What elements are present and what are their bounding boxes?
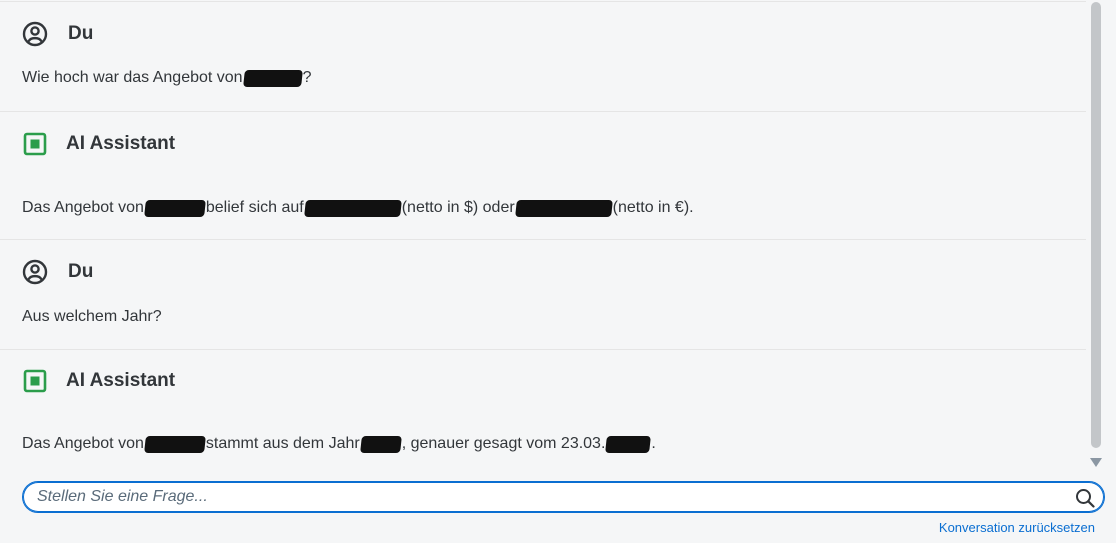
message-user: Du Aus welchem Jahr? <box>0 240 1086 350</box>
redaction-mark <box>242 69 303 87</box>
scroll-down-arrow-icon[interactable] <box>1090 458 1102 467</box>
message-author: Du <box>68 261 94 282</box>
message-text-part: Das Angebot von <box>22 435 144 452</box>
question-input[interactable] <box>37 486 1067 508</box>
message-text-part: ? <box>302 69 312 86</box>
message-text-part: Wie hoch war das Angebot von <box>22 69 243 86</box>
user-circle-icon <box>22 259 48 285</box>
redaction-mark <box>303 199 402 217</box>
message-user: Du Wie hoch war das Angebot von ? <box>0 0 1086 112</box>
message-assistant: AI Assistant Das Angebot von stammt aus … <box>0 350 1086 476</box>
conversation-panel[interactable]: Du Wie hoch war das Angebot von ? AI Ass… <box>0 0 1086 476</box>
message-author: AI Assistant <box>66 370 176 391</box>
message-text-part: Das Angebot von <box>22 199 144 216</box>
message-text: Das Angebot von belief sich auf (netto i… <box>22 199 694 217</box>
chat-app: Du Wie hoch war das Angebot von ? AI Ass… <box>0 0 1116 543</box>
redaction-mark <box>514 199 613 217</box>
message-header: AI Assistant <box>22 368 175 394</box>
message-text: Das Angebot von stammt aus dem Jahr , ge… <box>22 435 656 453</box>
user-circle-icon <box>22 21 48 47</box>
message-text-part: Aus welchem Jahr? <box>22 308 162 325</box>
message-assistant: AI Assistant Das Angebot von belief sich… <box>0 112 1086 240</box>
scrollbar-thumb[interactable] <box>1091 2 1101 448</box>
redaction-mark <box>143 435 206 453</box>
ai-assistant-icon <box>22 131 48 157</box>
search-icon[interactable] <box>1074 487 1096 509</box>
message-text-part: . <box>651 435 656 452</box>
ai-assistant-icon <box>22 368 48 394</box>
message-header: Du <box>22 21 93 47</box>
message-text-part: belief sich auf <box>205 199 304 216</box>
message-text-part: (netto in €). <box>612 199 694 216</box>
message-text-part: , genauer gesagt vom 23.03. <box>401 435 606 452</box>
redaction-mark <box>605 435 652 453</box>
message-text-part: (netto in $) oder <box>401 199 515 216</box>
message-text-part: stammt aus dem Jahr <box>205 435 360 452</box>
reset-conversation-link[interactable]: Konversation zurücksetzen <box>939 520 1095 535</box>
message-text: Aus welchem Jahr? <box>22 308 162 326</box>
redaction-mark <box>359 435 402 453</box>
redaction-mark <box>143 199 206 217</box>
message-author: AI Assistant <box>66 133 176 154</box>
message-author: Du <box>68 23 94 44</box>
question-input-wrapper <box>22 481 1105 513</box>
message-header: Du <box>22 259 93 285</box>
message-header: AI Assistant <box>22 131 175 157</box>
message-text: Wie hoch war das Angebot von ? <box>22 69 311 87</box>
